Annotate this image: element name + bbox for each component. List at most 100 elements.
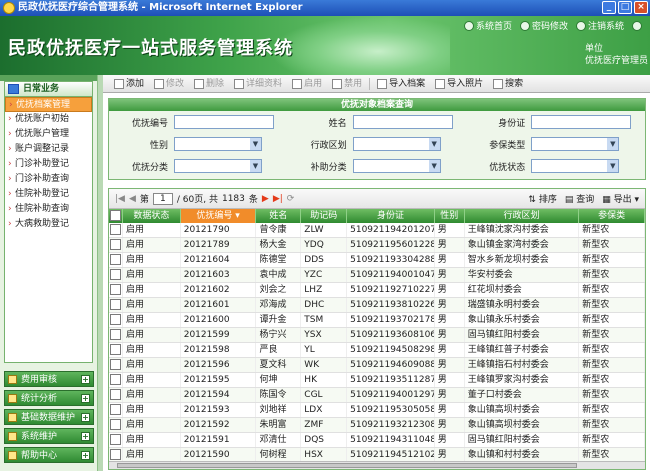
row-checkbox[interactable] — [109, 268, 123, 282]
maximize-button[interactable]: □ — [618, 1, 632, 14]
column-header-code[interactable]: 优抚编号 ▾ — [180, 209, 257, 223]
next-page-icon[interactable]: ▶ — [262, 194, 269, 204]
delete-button[interactable]: 删除 — [191, 77, 227, 91]
cell-mnemonic: HK — [301, 373, 348, 387]
sidebar-group-system[interactable]: 系统维护 + — [4, 428, 94, 444]
insurance-select[interactable] — [531, 137, 620, 151]
sidebar-item-account-init[interactable]: 优抚账户初始 — [5, 112, 92, 127]
search-button[interactable]: 搜索 — [490, 77, 526, 91]
row-checkbox[interactable] — [109, 418, 123, 432]
prev-page-icon[interactable]: ◀ — [129, 194, 136, 204]
sort-button[interactable]: ⇅ 排序 — [528, 192, 556, 205]
cell-status: 启用 — [123, 283, 181, 297]
row-checkbox[interactable] — [109, 433, 123, 447]
table-row[interactable]: 启用20121601邓海成DHC510921193810226816男瑞盛镇永明… — [109, 298, 645, 313]
sidebar-section-daily[interactable]: 日常业务 — [4, 81, 93, 97]
column-header-idcard[interactable]: 身份证 — [347, 209, 435, 223]
table-row[interactable]: 启用20121593刘地祥LDX510921195305058259男象山镇高坝… — [109, 403, 645, 418]
details-button[interactable]: 详细资料 — [231, 77, 285, 91]
code-input[interactable] — [174, 114, 274, 129]
table-row[interactable]: 启用20121598严良YL510921194508298338男王峰镇红普子村… — [109, 343, 645, 358]
minimize-button[interactable]: _ — [602, 1, 616, 14]
region-select[interactable] — [352, 137, 441, 151]
enable-button[interactable]: 启用 — [289, 77, 325, 91]
table-row[interactable]: 启用20121592朱明富ZMF510921193212308037男象山镇高坝… — [109, 418, 645, 433]
first-page-icon[interactable]: |◀ — [115, 194, 125, 204]
status-select[interactable] — [531, 159, 620, 173]
sidebar-item-archive-management[interactable]: 优抚档案管理 — [5, 97, 92, 113]
sidebar-group-fee-audit[interactable]: 费用审核 + — [4, 371, 94, 387]
table-row[interactable]: 启用20121595何坤HK510921193511287811男王峰镇罗家沟村… — [109, 373, 645, 388]
sidebar-item-outpatient-query[interactable]: 门诊补助查询 — [5, 172, 92, 187]
database-icon — [8, 413, 17, 422]
column-header-gender[interactable]: 性别 — [435, 209, 465, 223]
add-button[interactable]: 添加 — [111, 77, 147, 91]
table-row[interactable]: 启用20121594陈国令CGL510921194001297598男董子口村委… — [109, 388, 645, 403]
category-select[interactable] — [174, 159, 262, 173]
query-button[interactable]: ▤ 查询 — [565, 192, 594, 205]
export-button[interactable]: ▦ 导出 ▾ — [602, 192, 639, 205]
horizontal-scrollbar[interactable] — [109, 461, 645, 469]
row-checkbox[interactable] — [109, 313, 123, 327]
column-header-region[interactable]: 行政区划 — [465, 209, 580, 223]
cell-mnemonic: LHZ — [301, 283, 348, 297]
row-checkbox[interactable] — [109, 283, 123, 297]
column-header-mnemonic[interactable]: 助记码 — [301, 209, 348, 223]
column-header-name[interactable]: 姓名 — [256, 209, 302, 223]
column-header-status[interactable]: 数据状态 — [123, 209, 181, 223]
sidebar-item-account-management[interactable]: 优抚账户管理 — [5, 127, 92, 142]
disable-button[interactable]: 禁用 — [329, 77, 365, 91]
row-checkbox[interactable] — [109, 253, 123, 267]
cell-region: 象山镇金家湾村委会 — [465, 238, 580, 252]
cell-name: 何树程 — [256, 448, 302, 462]
last-page-icon[interactable]: ▶| — [273, 194, 283, 204]
row-checkbox[interactable] — [109, 448, 123, 462]
sidebar-item-inpatient-query[interactable]: 住院补助查询 — [5, 202, 92, 217]
table-row[interactable]: 启用20121599杨宁兴YSX510921193608106693男固马镇红阳… — [109, 328, 645, 343]
row-checkbox[interactable] — [109, 238, 123, 252]
idcard-label: 身份证 — [498, 118, 526, 129]
table-row[interactable]: 启用20121789杨大金YDQ51092119560122811x男象山镇金家… — [109, 238, 645, 253]
ie-icon — [3, 2, 15, 14]
home-link[interactable]: 系统首页 — [463, 19, 512, 32]
row-checkbox[interactable] — [109, 223, 123, 237]
table-row[interactable]: 启用20121596夏文科WK51092119460908833X男王峰镇指石村… — [109, 358, 645, 373]
column-header-insurance[interactable]: 参保类 — [579, 209, 645, 223]
table-row[interactable]: 启用20121591邓清仕DQS510921194311048036男固马镇红阳… — [109, 433, 645, 448]
password-link[interactable]: 密码修改 — [519, 19, 568, 32]
table-row[interactable]: 启用20121602刘会之LHZ510921192710227016男红花坝村委… — [109, 283, 645, 298]
help-link[interactable] — [632, 19, 642, 32]
sidebar-group-statistics[interactable]: 统计分析 + — [4, 390, 94, 406]
import-photo-button[interactable]: 导入照片 — [432, 77, 486, 91]
select-all-checkbox[interactable] — [109, 209, 123, 223]
page-input[interactable]: 1 — [152, 192, 173, 205]
sidebar-group-base-data[interactable]: 基础数据维护 + — [4, 409, 94, 425]
logout-link[interactable]: 注销系统 — [575, 19, 624, 32]
row-checkbox[interactable] — [109, 388, 123, 402]
row-checkbox[interactable] — [109, 298, 123, 312]
table-row[interactable]: 启用20121604陈德堂DDS510921193304288432男智水乡新龙… — [109, 253, 645, 268]
idcard-input[interactable] — [531, 114, 632, 129]
edit-button[interactable]: 修改 — [151, 77, 187, 91]
disable-icon — [332, 78, 343, 89]
row-checkbox[interactable] — [109, 373, 123, 387]
table-row[interactable]: 启用20121600谭升金TSM510921193702178036男象山镇永乐… — [109, 313, 645, 328]
gender-select[interactable] — [174, 137, 262, 151]
subsidy-select[interactable] — [352, 159, 441, 173]
name-input[interactable] — [352, 114, 453, 129]
sidebar-item-inpatient-register[interactable]: 住院补助登记 — [5, 187, 92, 202]
close-button[interactable]: × — [634, 1, 648, 14]
sidebar-item-outpatient-register[interactable]: 门诊补助登记 — [5, 157, 92, 172]
table-row[interactable]: 启用20121790曾令康ZLW510921194201207817男王峰镇沈家… — [109, 223, 645, 238]
row-checkbox[interactable] — [109, 343, 123, 357]
sidebar-group-help[interactable]: 帮助中心 + — [4, 447, 94, 463]
import-archive-button[interactable]: 导入档案 — [374, 77, 428, 91]
row-checkbox[interactable] — [109, 358, 123, 372]
refresh-icon[interactable]: ⟳ — [287, 194, 295, 204]
sidebar-item-illness-register[interactable]: 大病救助登记 — [5, 217, 92, 232]
row-checkbox[interactable] — [109, 328, 123, 342]
table-row[interactable]: 启用20121603袁中成YZC510921194001047716男华安村委会… — [109, 268, 645, 283]
sidebar-item-adjust-records[interactable]: 账户调整记录 — [5, 142, 92, 157]
cell-insurance: 新型农 — [579, 313, 645, 327]
row-checkbox[interactable] — [109, 403, 123, 417]
